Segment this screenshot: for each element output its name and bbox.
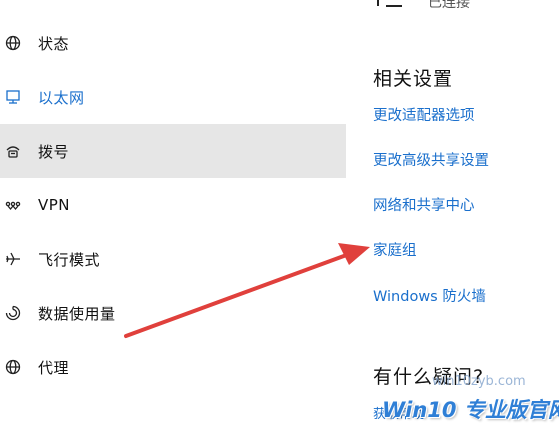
data-usage-icon — [5, 305, 21, 321]
nav-item-dialup[interactable]: 拨号 — [0, 124, 346, 178]
settings-page: 状态 以太网 拨号 VPN 飞行模式 数据使用量 代理 已连接 相关设置 更改适… — [0, 0, 559, 423]
nav-item-label: 状态 — [38, 34, 70, 53]
watermark-url: win10zyb.com — [432, 374, 526, 389]
nav-item-data-usage[interactable]: 数据使用量 — [0, 286, 346, 340]
link-network-sharing-center[interactable]: 网络和共享中心 — [373, 194, 475, 215]
monitor-icon — [376, 0, 406, 10]
link-advanced-sharing[interactable]: 更改高级共享设置 — [373, 149, 489, 170]
nav-item-status[interactable]: 状态 — [0, 16, 346, 70]
nav-item-vpn[interactable]: VPN — [0, 178, 346, 232]
watermark-brand: Win10 专业版官网 — [382, 398, 559, 422]
status-text: 已连接 — [428, 0, 470, 11]
globe-icon — [5, 35, 21, 51]
dialup-icon — [5, 143, 21, 159]
link-homegroup[interactable]: 家庭组 — [373, 239, 417, 260]
globe-icon — [5, 359, 21, 375]
nav-item-label: VPN — [38, 196, 71, 214]
link-change-adapter-options[interactable]: 更改适配器选项 — [373, 104, 475, 125]
related-settings-title: 相关设置 — [373, 68, 454, 90]
nav-item-ethernet[interactable]: 以太网 — [0, 70, 346, 124]
nav-item-label: 数据使用量 — [38, 304, 116, 323]
nav-item-label: 飞行模式 — [38, 250, 101, 269]
nav-item-airplane-mode[interactable]: 飞行模式 — [0, 232, 346, 286]
content-pane: 已连接 相关设置 更改适配器选项 更改高级共享设置 网络和共享中心 家庭组 Wi… — [346, 0, 559, 423]
nav-item-label: 以太网 — [38, 88, 85, 107]
nav-item-proxy[interactable]: 代理 — [0, 340, 346, 394]
vpn-icon — [5, 197, 21, 213]
airplane-icon — [5, 251, 21, 267]
nav-item-label: 拨号 — [38, 142, 70, 161]
network-nav: 状态 以太网 拨号 VPN 飞行模式 数据使用量 代理 — [0, 0, 346, 423]
nav-item-label: 代理 — [38, 358, 70, 377]
ethernet-icon — [5, 89, 21, 105]
connection-status: 已连接 — [376, 0, 470, 12]
link-windows-firewall[interactable]: Windows 防火墙 — [373, 285, 486, 306]
